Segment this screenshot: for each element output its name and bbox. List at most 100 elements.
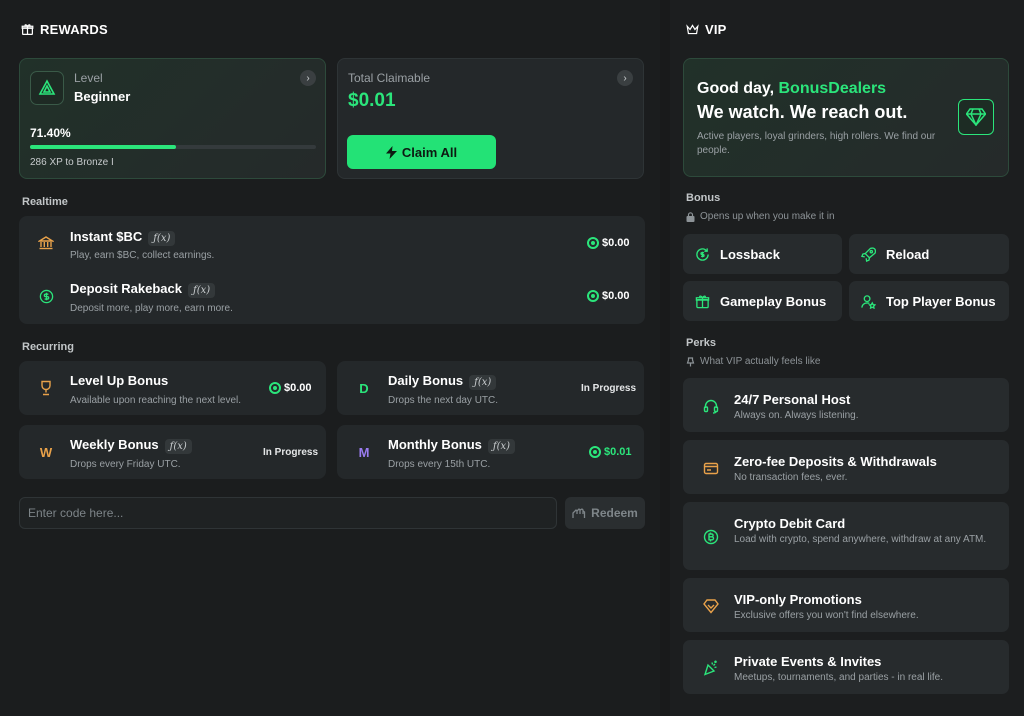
redeem-label: Redeem xyxy=(591,506,638,520)
gift-box-icon xyxy=(695,294,710,308)
perk-subtitle: Load with crypto, spend anywhere, withdr… xyxy=(734,534,987,545)
bonus-note-text: Opens up when you make it in xyxy=(700,211,835,222)
deposit-rakeback-title: Deposit Rakeback xyxy=(70,281,182,296)
pin-icon xyxy=(686,356,695,366)
rocket-icon xyxy=(861,246,876,262)
claimable-label: Total Claimable xyxy=(348,71,431,85)
realtime-item[interactable]: Deposit Rakeback ƒ(x) xyxy=(70,280,216,298)
promo-code-input[interactable] xyxy=(19,497,557,529)
bitcoin-icon xyxy=(703,529,719,545)
monthly-bonus-subtitle: Drops every 15th UTC. xyxy=(388,459,491,470)
perk-subtitle: Meetups, tournaments, and parties - in r… xyxy=(734,672,943,683)
lock-icon xyxy=(686,211,695,222)
instant-bc-amount: $0.00 xyxy=(587,237,630,249)
level-up-bonus-title: Level Up Bonus xyxy=(70,373,169,388)
claim-all-label: Claim All xyxy=(401,144,458,160)
rewards-title: REWARDS xyxy=(40,22,108,37)
lightning-icon xyxy=(385,145,397,159)
perk-title: Zero-fee Deposits & Withdrawals xyxy=(734,454,937,469)
realtime-item[interactable]: Instant $BC ƒ(x) xyxy=(70,228,176,246)
instant-bc-amount-text: $0.00 xyxy=(602,237,630,249)
rewards-header: REWARDS xyxy=(21,22,108,37)
vip-description: Active players, loyal grinders, high rol… xyxy=(697,131,936,156)
crown-icon xyxy=(686,24,699,35)
level-up-bonus-subtitle: Available upon reaching the next level. xyxy=(70,395,242,406)
wallet-icon xyxy=(703,462,719,475)
level-up-bonus-amount-text: $0.00 xyxy=(284,382,312,394)
perk-personal-host: 24/7 Personal Host Always on. Always lis… xyxy=(683,378,1009,432)
diamond-badge xyxy=(958,99,994,135)
perk-title: Private Events & Invites xyxy=(734,654,882,669)
perk-title: Crypto Debit Card xyxy=(734,516,846,531)
redeem-button[interactable]: Redeem xyxy=(565,497,645,529)
perk-subtitle: Always on. Always listening. xyxy=(734,410,859,421)
top-player-bonus-button[interactable]: Top Player Bonus xyxy=(849,281,1009,321)
diamond-icon xyxy=(966,108,986,126)
letter-d-icon: D xyxy=(359,380,369,396)
gameplay-bonus-label: Gameplay Bonus xyxy=(720,293,827,309)
level-chevron-icon[interactable]: › xyxy=(300,70,316,86)
vip-hero-card: Good day, BonusDealers We watch. We reac… xyxy=(683,58,1009,177)
user-star-icon xyxy=(861,294,876,309)
claim-all-button[interactable]: Claim All xyxy=(347,135,496,169)
bank-icon xyxy=(37,234,55,252)
level-progress-track xyxy=(30,145,316,149)
coin-icon xyxy=(269,382,281,394)
daily-bonus-title: Daily Bonus xyxy=(388,373,464,388)
instant-bc-title: Instant $BC xyxy=(70,229,143,244)
weekly-bonus-card[interactable]: W Weekly Bonus ƒ(x) Drops every Friday UT… xyxy=(19,425,326,479)
lossback-label: Lossback xyxy=(720,246,780,262)
level-label: Level xyxy=(74,71,103,85)
headset-icon xyxy=(703,399,719,414)
level-badge xyxy=(30,71,64,105)
perks-note: What VIP actually feels like xyxy=(686,356,820,367)
xp-to-next: 286 XP to Bronze I xyxy=(30,157,114,168)
perk-private-events: Private Events & Invites Meetups, tourna… xyxy=(683,640,1009,694)
level-progress-text: 71.40% xyxy=(30,126,71,140)
reload-button[interactable]: Reload xyxy=(849,234,1009,274)
lossback-button[interactable]: Lossback xyxy=(683,234,842,274)
perk-title: 24/7 Personal Host xyxy=(734,392,851,407)
weekly-bonus-status: In Progress xyxy=(263,447,319,458)
formula-badge[interactable]: ƒ(x) xyxy=(164,439,192,454)
instant-bc-subtitle: Play, earn $BC, collect earnings. xyxy=(70,250,215,261)
vip-title: VIP xyxy=(705,22,727,37)
diamond-tag-icon xyxy=(703,599,719,614)
deposit-rakeback-amount-text: $0.00 xyxy=(602,290,630,302)
party-popper-icon xyxy=(703,660,717,676)
monthly-bonus-title: Monthly Bonus xyxy=(388,437,482,452)
perk-subtitle: Exclusive offers you won't find elsewher… xyxy=(734,610,919,621)
trophy-icon xyxy=(37,379,55,397)
vip-tagline: We watch. We reach out. xyxy=(697,102,908,122)
realtime-label: Realtime xyxy=(22,196,68,208)
level-card[interactable]: Level Beginner › 71.40% 286 XP to Bronze… xyxy=(19,58,326,179)
perk-crypto-card: Crypto Debit Card Load with crypto, spen… xyxy=(683,502,1009,570)
deposit-rakeback-amount: $0.00 xyxy=(587,290,630,302)
daily-bonus-subtitle: Drops the next day UTC. xyxy=(388,395,499,406)
monthly-bonus-card[interactable]: M Monthly Bonus ƒ(x) Drops every 15th UTC… xyxy=(337,425,644,479)
gift-icon xyxy=(21,24,34,35)
daily-bonus-status: In Progress xyxy=(581,383,637,394)
recurring-label: Recurring xyxy=(22,341,74,353)
formula-badge[interactable]: ƒ(x) xyxy=(148,231,176,246)
daily-bonus-card[interactable]: D Daily Bonus ƒ(x) Drops the next day UTC… xyxy=(337,361,644,415)
perk-subtitle: No transaction fees, ever. xyxy=(734,472,848,483)
user-name: BonusDealers xyxy=(778,80,887,97)
formula-badge[interactable]: ƒ(x) xyxy=(487,439,516,454)
greeting-text: Good day, xyxy=(697,80,779,97)
coin-icon xyxy=(587,290,599,302)
level-up-bonus-amount: $0.00 xyxy=(269,382,312,394)
formula-badge[interactable]: ƒ(x) xyxy=(469,375,497,390)
vip-header: VIP xyxy=(686,22,727,37)
level-up-bonus-card[interactable]: Level Up Bonus Available upon reaching t… xyxy=(19,361,326,415)
dollar-circle-icon xyxy=(37,287,55,305)
claimable-chevron-icon[interactable]: › xyxy=(617,70,633,86)
coin-icon xyxy=(589,446,601,458)
formula-badge[interactable]: ƒ(x) xyxy=(188,283,216,298)
refresh-dollar-icon xyxy=(696,247,709,261)
reload-label: Reload xyxy=(886,246,930,262)
bonus-note: Opens up when you make it in xyxy=(686,211,835,222)
gameplay-bonus-button[interactable]: Gameplay Bonus xyxy=(683,281,842,321)
coin-icon xyxy=(587,237,599,249)
perks-label: Perks xyxy=(686,337,716,349)
